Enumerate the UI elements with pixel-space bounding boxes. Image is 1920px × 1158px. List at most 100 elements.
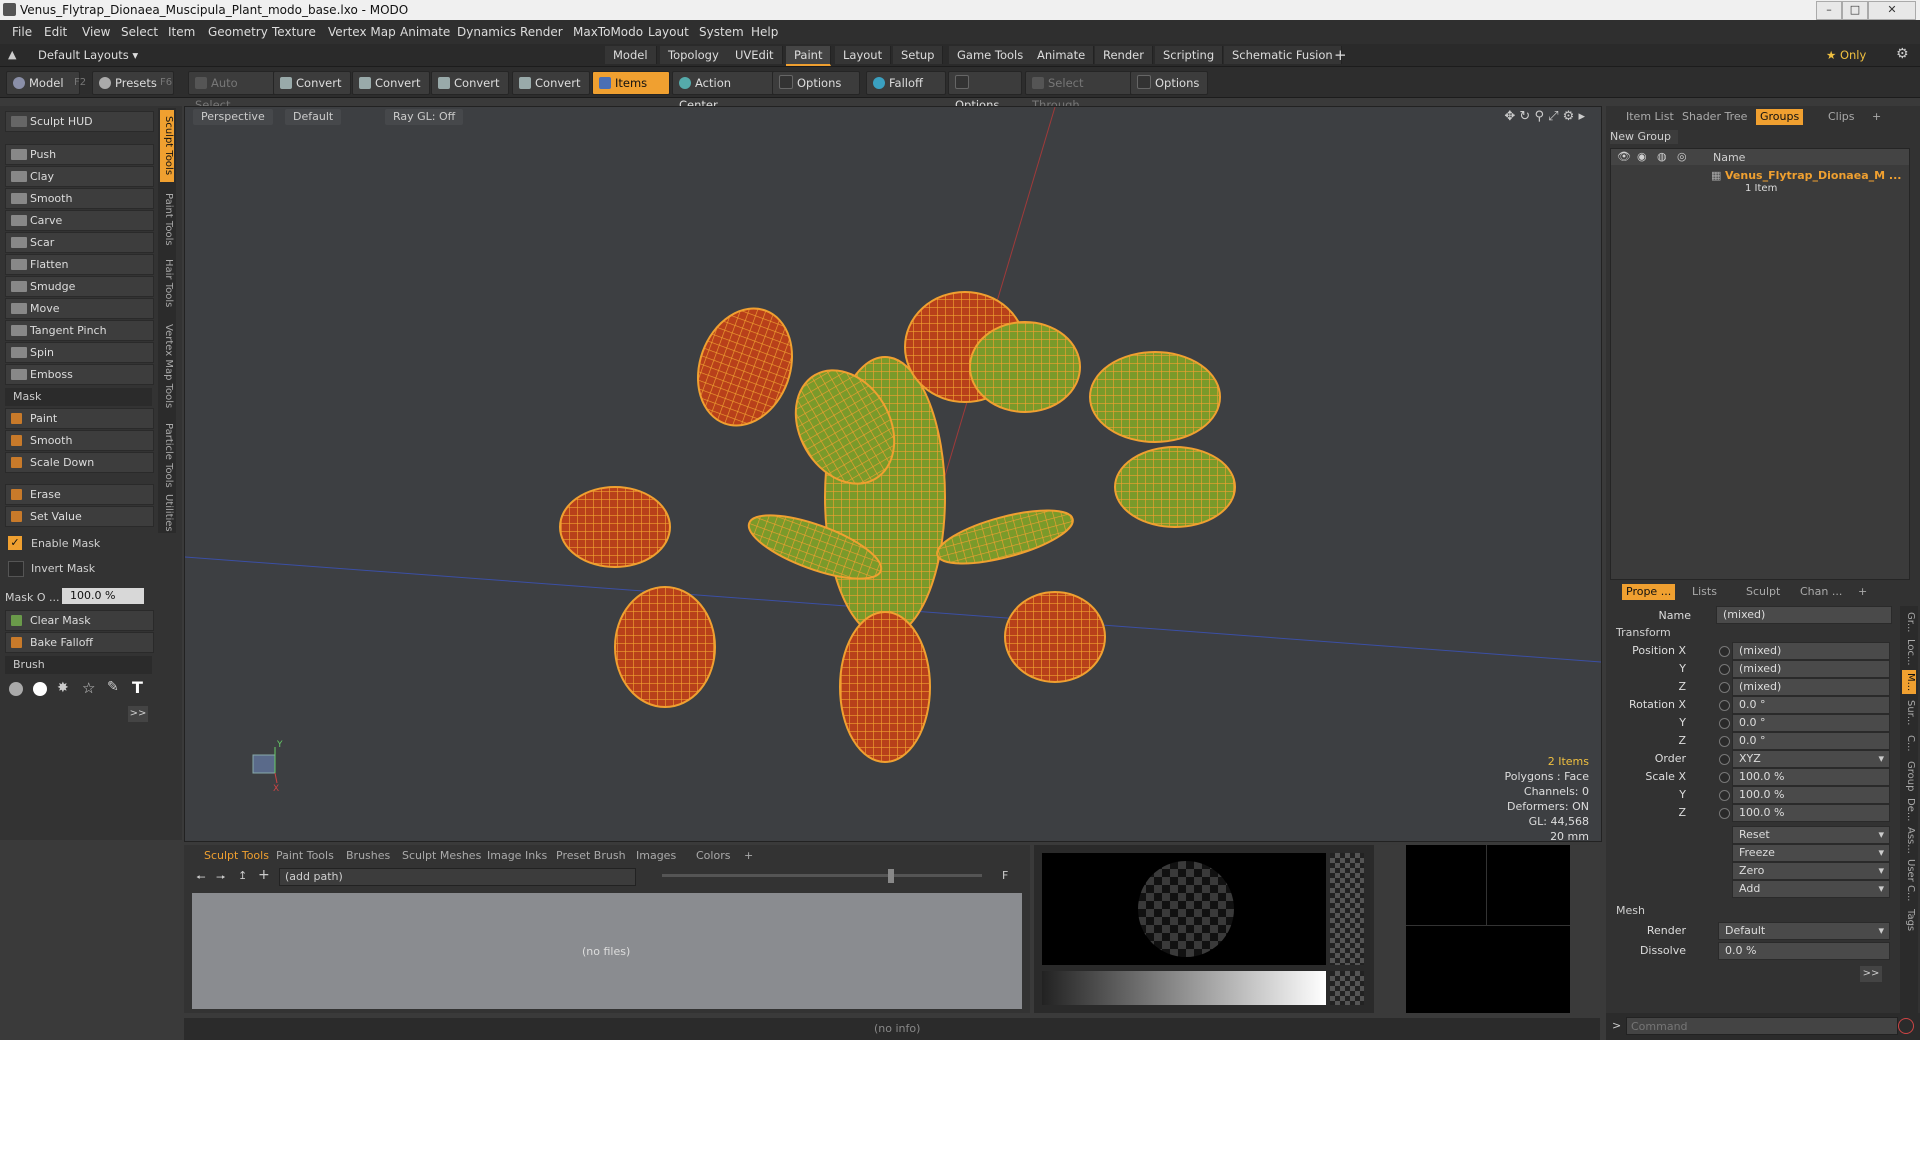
mesh-section[interactable]: Mesh	[1616, 904, 1645, 917]
procedural-brush-icon[interactable]: ✎	[107, 679, 119, 695]
model-mode-button[interactable]: Model	[6, 71, 80, 95]
bottom-tab-sculpt-tools[interactable]: Sculpt Tools	[204, 849, 269, 862]
bottom-tab-brushes[interactable]: Brushes	[346, 849, 390, 862]
sculpt-hud-button[interactable]: Sculpt HUD	[5, 111, 154, 132]
side-tab-m[interactable]: M...	[1902, 670, 1916, 694]
bake-falloff-button[interactable]: Bake Falloff	[5, 632, 154, 653]
brush-section-header[interactable]: Brush	[5, 656, 152, 674]
mask-section-header[interactable]: Mask	[5, 388, 152, 406]
position-x-field[interactable]: (mixed)	[1732, 642, 1890, 660]
forward-icon[interactable]: 🠖	[216, 869, 226, 888]
menu-file[interactable]: File	[12, 25, 32, 39]
tool-smudge[interactable]: Smudge	[5, 276, 154, 297]
scale-x-radio[interactable]	[1719, 772, 1730, 783]
layout-tab-model[interactable]: Model	[605, 46, 657, 64]
side-tab-group[interactable]: Group	[1902, 758, 1916, 794]
text-brush-icon[interactable]: T	[132, 678, 143, 697]
back-icon[interactable]: 🠔	[196, 869, 206, 888]
layout-tab-scripting[interactable]: Scripting	[1155, 46, 1224, 64]
options-button-1[interactable]: Options	[772, 71, 860, 95]
mask-smooth-button[interactable]: Smooth	[5, 430, 154, 451]
freeze-dropdown[interactable]: Freeze	[1732, 844, 1890, 862]
order-radio[interactable]	[1719, 754, 1730, 765]
dissolve-field[interactable]: 0.0 %	[1718, 942, 1890, 960]
tool-spin[interactable]: Spin	[5, 342, 154, 363]
menu-maxtomodo[interactable]: MaxToModo	[573, 25, 643, 39]
convert-edges-button[interactable]: Convert	[352, 71, 430, 95]
record-icon[interactable]	[1898, 1018, 1914, 1034]
add-dropdown[interactable]: Add	[1732, 880, 1890, 898]
layout-tab-setup[interactable]: Setup	[893, 46, 944, 64]
reset-dropdown[interactable]: Reset	[1732, 826, 1890, 844]
side-tab-gr[interactable]: Gr...	[1902, 610, 1916, 634]
set-value-button[interactable]: Set Value	[5, 506, 154, 527]
star-brush-icon[interactable]: ☆	[82, 679, 95, 697]
scale-z-radio[interactable]	[1719, 808, 1730, 819]
tool-smooth[interactable]: Smooth	[5, 188, 154, 209]
layout-tab-paint[interactable]: Paint	[786, 46, 832, 66]
falloff-button[interactable]: Falloff	[866, 71, 946, 95]
tool-scar[interactable]: Scar	[5, 232, 154, 253]
tab-sculpt-tools[interactable]: Sculpt Tools	[160, 110, 174, 182]
order-dropdown[interactable]: XYZ	[1732, 750, 1890, 768]
position-z-field[interactable]: (mixed)	[1732, 678, 1890, 696]
mask-paint-button[interactable]: Paint	[5, 408, 154, 429]
tab-vertex-map-tools[interactable]: Vertex Map Tools	[160, 316, 174, 416]
tool-tangent-pinch[interactable]: Tangent Pinch	[5, 320, 154, 341]
close-button[interactable]: ✕	[1868, 1, 1916, 20]
bottom-tab-sculpt-meshes[interactable]: Sculpt Meshes	[402, 849, 481, 862]
erase-button[interactable]: Erase	[5, 484, 154, 505]
convert-polygons-button[interactable]: Convert	[431, 71, 509, 95]
scale-y-radio[interactable]	[1719, 790, 1730, 801]
hard-brush-icon[interactable]	[33, 682, 47, 696]
layout-tab-layout[interactable]: Layout	[835, 46, 892, 64]
venus-flytrap-mesh[interactable]	[559, 291, 1236, 763]
new-group-button[interactable]: New Group	[1610, 130, 1678, 144]
add-path-icon[interactable]: +	[258, 867, 270, 883]
layout-tab-render[interactable]: Render	[1095, 46, 1153, 64]
command-input[interactable]	[1626, 1017, 1898, 1035]
mask-scale-down-button[interactable]: Scale Down	[5, 452, 154, 473]
bottom-tab-images[interactable]: Images	[636, 849, 676, 862]
maximize-button[interactable]: □	[1842, 1, 1868, 20]
tool-flatten[interactable]: Flatten	[5, 254, 154, 275]
tool-emboss[interactable]: Emboss	[5, 364, 154, 385]
menu-geometry[interactable]: Geometry	[208, 25, 268, 39]
scale-y-field[interactable]: 100.0 %	[1732, 786, 1890, 804]
bottom-tab-colors[interactable]: Colors	[696, 849, 730, 862]
slider-handle[interactable]	[888, 869, 894, 883]
side-tab-c[interactable]: C...	[1902, 732, 1916, 754]
name-field[interactable]: (mixed)	[1716, 606, 1892, 624]
tab-utilities[interactable]: Utilities	[160, 494, 174, 532]
rotation-z-radio[interactable]	[1719, 736, 1730, 747]
default-layouts-dropdown[interactable]: Default Layouts ▾	[38, 48, 138, 62]
side-tab-user-channels[interactable]: User C...	[1902, 858, 1916, 902]
layout-up-icon[interactable]: ▲	[8, 48, 16, 61]
position-x-radio[interactable]	[1719, 646, 1730, 657]
side-tab-ass[interactable]: Ass...	[1902, 826, 1916, 854]
minimize-button[interactable]: –	[1816, 1, 1842, 20]
rotation-y-field[interactable]: 0.0 °	[1732, 714, 1890, 732]
more-props-button[interactable]: >>	[1860, 966, 1882, 982]
tool-push[interactable]: Push	[5, 144, 154, 165]
layout-tab-uvedit[interactable]: UVEdit	[727, 46, 783, 64]
menu-layout[interactable]: Layout	[648, 25, 689, 39]
tab-groups[interactable]: Groups	[1756, 109, 1804, 125]
scale-z-field[interactable]: 100.0 %	[1732, 804, 1890, 822]
rotation-y-radio[interactable]	[1719, 718, 1730, 729]
options-button-3[interactable]: Options	[1130, 71, 1208, 95]
layout-tab-animate[interactable]: Animate	[1029, 46, 1095, 64]
menu-render[interactable]: Render	[520, 25, 563, 39]
menu-item[interactable]: Item	[168, 25, 195, 39]
add-tab-button[interactable]: +	[744, 849, 753, 862]
side-tab-de[interactable]: De...	[1902, 798, 1916, 822]
file-list-area[interactable]: (no files)	[192, 893, 1022, 1009]
tool-clay[interactable]: Clay	[5, 166, 154, 187]
transform-section[interactable]: Transform	[1616, 626, 1671, 639]
clear-mask-button[interactable]: Clear Mask	[5, 610, 154, 631]
layout-tab-game-tools[interactable]: Game Tools	[949, 46, 1033, 64]
tab-item-list[interactable]: Item List	[1622, 109, 1678, 125]
menu-vertex-map[interactable]: Vertex Map	[328, 25, 396, 39]
menu-select[interactable]: Select	[121, 25, 158, 39]
3d-viewport[interactable]: Perspective Default Ray GL: Off ✥ ↻ ⚲ ⤢ …	[184, 106, 1602, 842]
